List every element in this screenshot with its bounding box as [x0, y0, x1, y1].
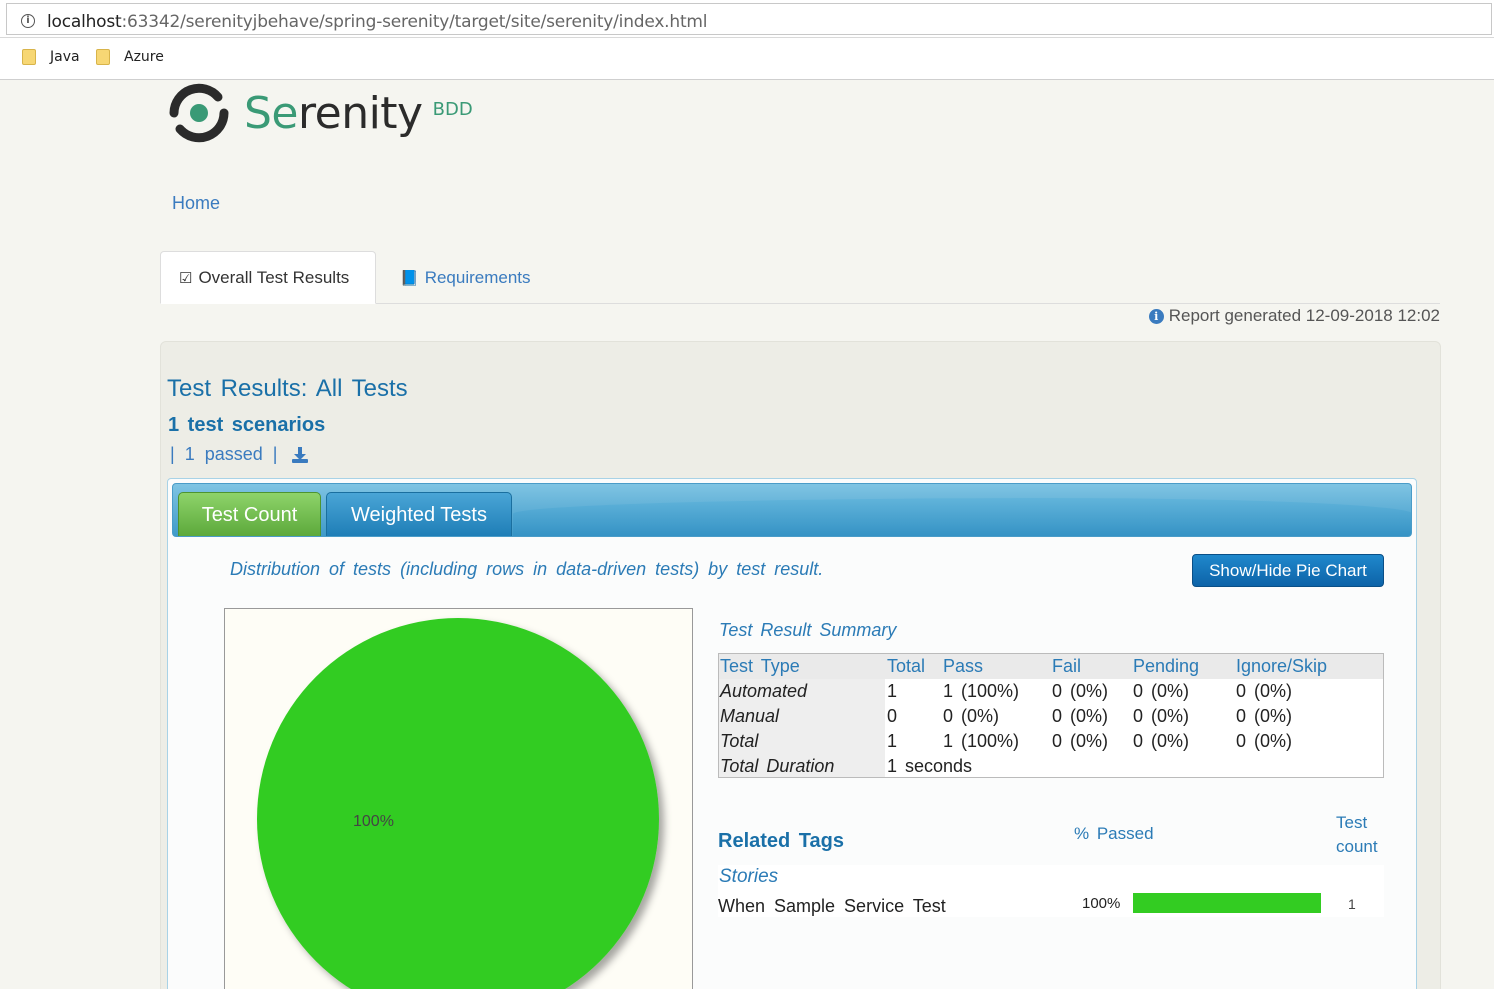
cell-total-skip: 0 (0%)	[1236, 731, 1293, 751]
story-percent: 100%	[1082, 895, 1121, 912]
pie-slice-0[interactable]	[257, 618, 659, 989]
story-link[interactable]: When Sample Service Test	[718, 896, 946, 917]
cell-automated-skip: 0 (0%)	[1236, 681, 1293, 701]
tab-overall-results[interactable]: ☑ Overall Test Results	[160, 251, 376, 304]
cell-manual-fail: 0 (0%)	[1052, 706, 1109, 726]
pie-chart: 100%	[224, 608, 693, 989]
cell-duration: 1 seconds	[887, 756, 973, 776]
cell-total-pending: 0 (0%)	[1133, 731, 1190, 751]
summary-title: Test Result Summary	[719, 620, 897, 640]
header-test-type: Test Type	[720, 656, 800, 676]
folder-icon	[22, 49, 36, 65]
url-field[interactable]: i localhost:63342/serenityjbehave/spring…	[6, 3, 1492, 35]
folder-icon	[96, 49, 110, 65]
checkbox-icon: ☑	[179, 269, 193, 287]
url-text: localhost:63342/serenityjbehave/spring-s…	[47, 12, 708, 32]
row-label-duration: Total Duration	[720, 756, 835, 776]
test-count-header-line1: Test	[1336, 813, 1368, 832]
cell-manual-skip: 0 (0%)	[1236, 706, 1293, 726]
site-info-icon[interactable]: i	[21, 14, 35, 28]
serenity-logo: Serenity BDD	[166, 82, 473, 144]
passed-line: | 1 passed |	[170, 444, 309, 465]
row-label-total: Total	[720, 731, 759, 751]
cell-automated-pending: 0 (0%)	[1133, 681, 1190, 701]
info-icon: i	[1148, 308, 1164, 324]
cell-total-fail: 0 (0%)	[1052, 731, 1109, 751]
bookmark-java[interactable]: Java	[22, 49, 80, 65]
cell-automated-total: 1	[887, 681, 898, 701]
story-count: 1	[1348, 896, 1356, 912]
cell-automated-pass: 1 (100%)	[943, 681, 1020, 701]
bookmark-label: Java	[50, 49, 80, 65]
scenario-count[interactable]: 1 test scenarios	[168, 414, 325, 437]
home-link[interactable]: Home	[172, 193, 220, 214]
cell-total-total: 1	[887, 731, 898, 751]
report-generated-text: Report generated 12-09-2018 12:02	[1168, 306, 1440, 325]
distribution-caption: Distribution of tests (including rows in…	[230, 559, 824, 579]
passed-link[interactable]: 1 passed	[185, 444, 263, 465]
separator: |	[272, 444, 278, 464]
report-generated: i Report generated 12-09-2018 12:02	[1148, 306, 1440, 326]
tab-weighted-tests[interactable]: Weighted Tests	[326, 492, 512, 536]
logo-wordmark: Serenity	[244, 87, 423, 139]
main-tabs: ☑ Overall Test Results 📘 Requirements	[160, 251, 1440, 304]
related-tags-title: Related Tags	[718, 830, 844, 852]
result-tabs: Test Count Weighted Tests	[172, 483, 1412, 537]
cell-automated-fail: 0 (0%)	[1052, 681, 1109, 701]
cell-total-pass: 1 (100%)	[943, 731, 1020, 751]
test-count-header: Test count	[1336, 811, 1378, 859]
percent-passed-header: % Passed	[1074, 824, 1154, 843]
tabbar-decoration	[513, 498, 1411, 536]
toggle-pie-chart-button[interactable]: Show/Hide Pie Chart	[1192, 554, 1384, 587]
header-total: Total	[887, 656, 926, 676]
bookmark-azure[interactable]: Azure	[96, 49, 164, 65]
header-ignore-skip: Ignore/Skip	[1236, 656, 1328, 676]
address-bar: i localhost:63342/serenityjbehave/spring…	[0, 0, 1494, 38]
book-icon: 📘	[400, 269, 419, 287]
separator: |	[170, 444, 175, 464]
tab-requirements[interactable]: 📘 Requirements	[382, 251, 549, 304]
row-label-automated: Automated	[720, 681, 808, 701]
pie-slice-label: 100%	[353, 813, 394, 830]
tab-label: Requirements	[424, 267, 531, 287]
cell-manual-pending: 0 (0%)	[1133, 706, 1190, 726]
cell-manual-pass: 0 (0%)	[943, 706, 1000, 726]
logo-bdd: BDD	[432, 98, 473, 120]
stories-group-label: Stories	[719, 866, 779, 887]
bookmark-label: Azure	[124, 49, 164, 65]
tab-test-count[interactable]: Test Count	[178, 492, 321, 536]
header-pending: Pending	[1133, 656, 1200, 676]
bookmarks-bar: Java Azure	[0, 38, 1494, 80]
row-label-manual: Manual	[720, 706, 780, 726]
download-icon[interactable]	[291, 446, 309, 464]
results-title: Test Results: All Tests	[167, 375, 408, 402]
summary-table: Test Type Total Pass Fail Pending Ignore…	[718, 653, 1384, 778]
header-fail: Fail	[1052, 656, 1082, 676]
header-pass: Pass	[943, 656, 984, 676]
serenity-logo-icon	[166, 82, 232, 144]
story-progress-bar	[1133, 893, 1321, 913]
cell-manual-total: 0	[887, 706, 898, 726]
test-count-header-line2: count	[1336, 837, 1378, 856]
tab-label: Overall Test Results	[198, 267, 350, 287]
